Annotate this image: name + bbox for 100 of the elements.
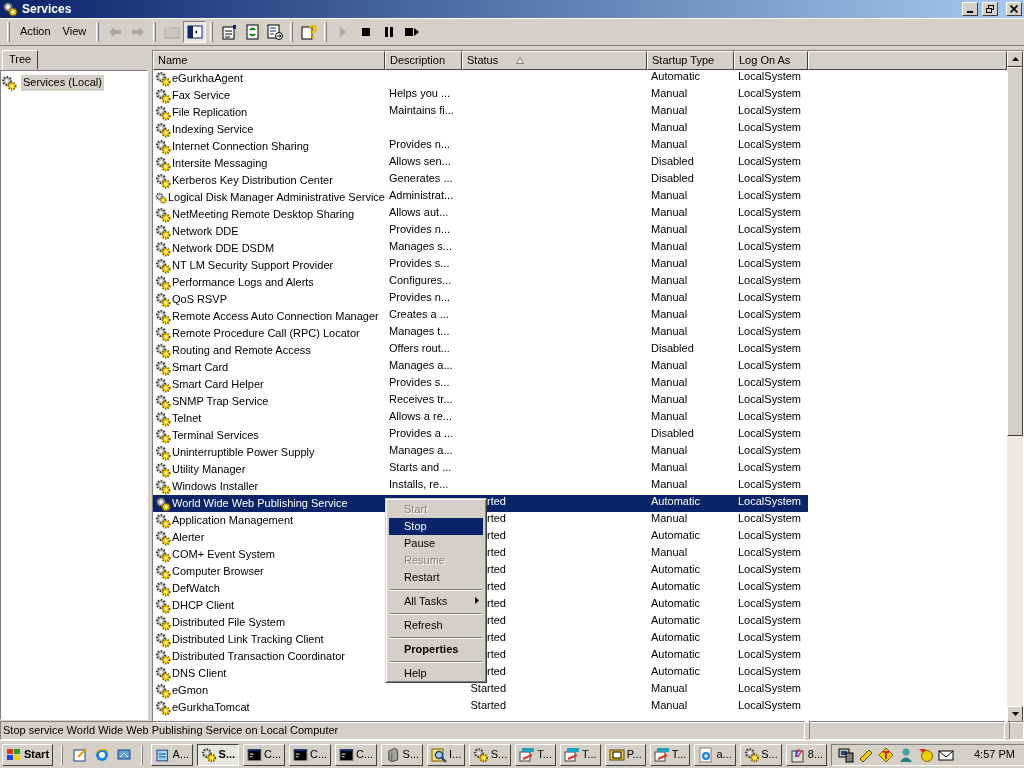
table-cell[interactable]: Telnet [172,411,202,426]
table-cell[interactable]: Indexing Service [172,122,254,137]
menu-item[interactable]: Refresh [389,617,483,634]
taskbar-button[interactable]: S... [197,743,240,766]
close-button[interactable] [1006,2,1022,16]
column-header[interactable]: Name [153,51,385,70]
table-cell[interactable]: COM+ Event System [172,547,275,562]
table-cell[interactable]: NT LM Security Support Provider [172,258,334,273]
restore-button[interactable] [982,2,998,16]
table-cell[interactable]: eGmon [172,683,209,698]
column-header[interactable]: Status [462,51,647,70]
table-cell[interactable]: Logical Disk Manager Administrative Service [167,190,385,205]
table-cell[interactable]: Computer Browser [172,564,264,579]
table-cell[interactable]: Utility Manager [172,462,246,477]
table-cell: Configures... [389,274,452,286]
taskbar-button[interactable]: S... [381,743,424,766]
table-cell[interactable]: File Replication [172,105,248,120]
table-cell[interactable]: Internet Connection Sharing [172,139,309,154]
taskbar-button[interactable]: C... [289,743,332,766]
terminal-icon [519,746,536,763]
table-cell: LocalSystem [738,427,801,439]
table-cell: LocalSystem [738,359,801,371]
tree-item[interactable]: Services (Local) [21,75,104,91]
table-cell[interactable]: DHCP Client [172,598,235,613]
scrollbar[interactable] [1007,51,1023,722]
table-cell[interactable]: Performance Logs and Alerts [172,275,314,290]
table-cell: Installs, re... [389,478,449,490]
table-cell[interactable]: Distributed Link Tracking Client [172,632,324,647]
table-cell[interactable]: Windows Installer [172,479,259,494]
table-cell: Provides n... [389,138,451,150]
table-cell[interactable]: Uninterruptible Power Supply [172,445,315,460]
column-header[interactable]: Description [385,51,462,70]
table-cell[interactable]: DNS Client [172,666,227,681]
console-icon [247,746,262,763]
taskbar-button[interactable]: S... [739,743,782,766]
table-cell[interactable]: Distributed File System [172,615,286,630]
table-cell[interactable]: Alerter [172,530,205,545]
properties-icon [220,24,237,40]
table-cell: Manual [651,393,688,405]
menu-item[interactable]: Restart [389,569,483,586]
taskbar-button[interactable]: A... [151,743,194,766]
taskbar-button[interactable]: C... [243,743,286,766]
person-icon[interactable] [898,746,914,763]
table-cell[interactable]: Network DDE [172,224,239,239]
taskbar-button[interactable]: C... [335,743,378,766]
taskbar-button[interactable]: a... [694,743,736,766]
computer-icon[interactable] [838,746,854,763]
table-cell[interactable]: Kerberos Key Distribution Center [172,173,333,188]
table-cell[interactable]: NetMeeting Remote Desktop Sharing [172,207,355,222]
table-cell[interactable]: Terminal Services [172,428,259,443]
table-cell[interactable]: QoS RSVP [172,292,228,307]
taskbar-button[interactable]: S... [469,743,512,766]
gears-icon [155,563,171,580]
table-cell[interactable]: World Wide Web Publishing Service [172,496,348,511]
column-header[interactable]: Startup Type [647,51,734,70]
table-cell[interactable]: Distributed Transaction Coordinator [172,649,346,664]
menu-item[interactable]: Action [14,23,57,41]
column-header[interactable]: Log On As [734,51,808,70]
menu-item[interactable]: Stop [389,518,483,535]
table-cell[interactable]: Smart Card Helper [172,377,264,392]
menu-item[interactable]: Pause [389,535,483,552]
taskbar-button[interactable]: T... [649,743,691,766]
table-cell[interactable]: Network DDE DSDM [172,241,275,256]
table-cell[interactable]: Fax Service [172,88,231,103]
device-icon [608,746,625,763]
table-cell[interactable]: Routing and Remote Access [172,343,311,358]
menu-item[interactable]: View [56,23,93,41]
table-cell: LocalSystem [738,665,801,677]
table-cell: Manual [651,546,688,558]
table-cell[interactable]: Application Management [172,513,294,528]
table-cell[interactable]: Intersite Messaging [172,156,268,171]
table-cell[interactable]: eGurkhaAgent [172,71,243,86]
taskbar-button[interactable]: P... [604,743,646,766]
warning-sign-icon[interactable] [878,746,894,763]
table-cell: LocalSystem [738,682,801,694]
table-cell[interactable]: eGurkhaTomcat [172,700,250,715]
menu-item[interactable]: Help [389,665,483,682]
tab[interactable]: Tree [2,50,39,70]
menu-item[interactable]: All Tasks [389,593,483,610]
toolbar-button[interactable] [183,21,207,43]
table-cell: LocalSystem [738,223,801,235]
taskbar-button[interactable]: T... [559,743,601,766]
scrollbar-thumb[interactable] [1007,67,1023,436]
table-cell[interactable]: Remote Procedure Call (RPC) Locator [172,326,360,341]
gears-icon [155,478,171,495]
table-cell[interactable]: Smart Card [172,360,229,375]
taskbar-button[interactable]: I... [427,743,466,766]
server-icon [385,746,401,763]
taskbar-button[interactable]: T... [515,743,556,766]
taskbar-button[interactable]: 8... [785,743,827,766]
table-cell[interactable]: SNMP Trap Service [172,394,269,409]
table-cell: Manual [651,274,688,286]
forward-arrow-icon [129,24,146,40]
table-cell[interactable]: DefWatch [172,581,220,596]
table-cell: Manual [651,325,688,337]
menu-item[interactable]: Properties [389,641,483,658]
minimize-button[interactable] [962,2,978,16]
table-cell: Allows sen... [389,155,451,167]
table-cell[interactable]: Remote Access Auto Connection Manager [172,309,379,324]
start-button[interactable]: Start [2,743,54,766]
